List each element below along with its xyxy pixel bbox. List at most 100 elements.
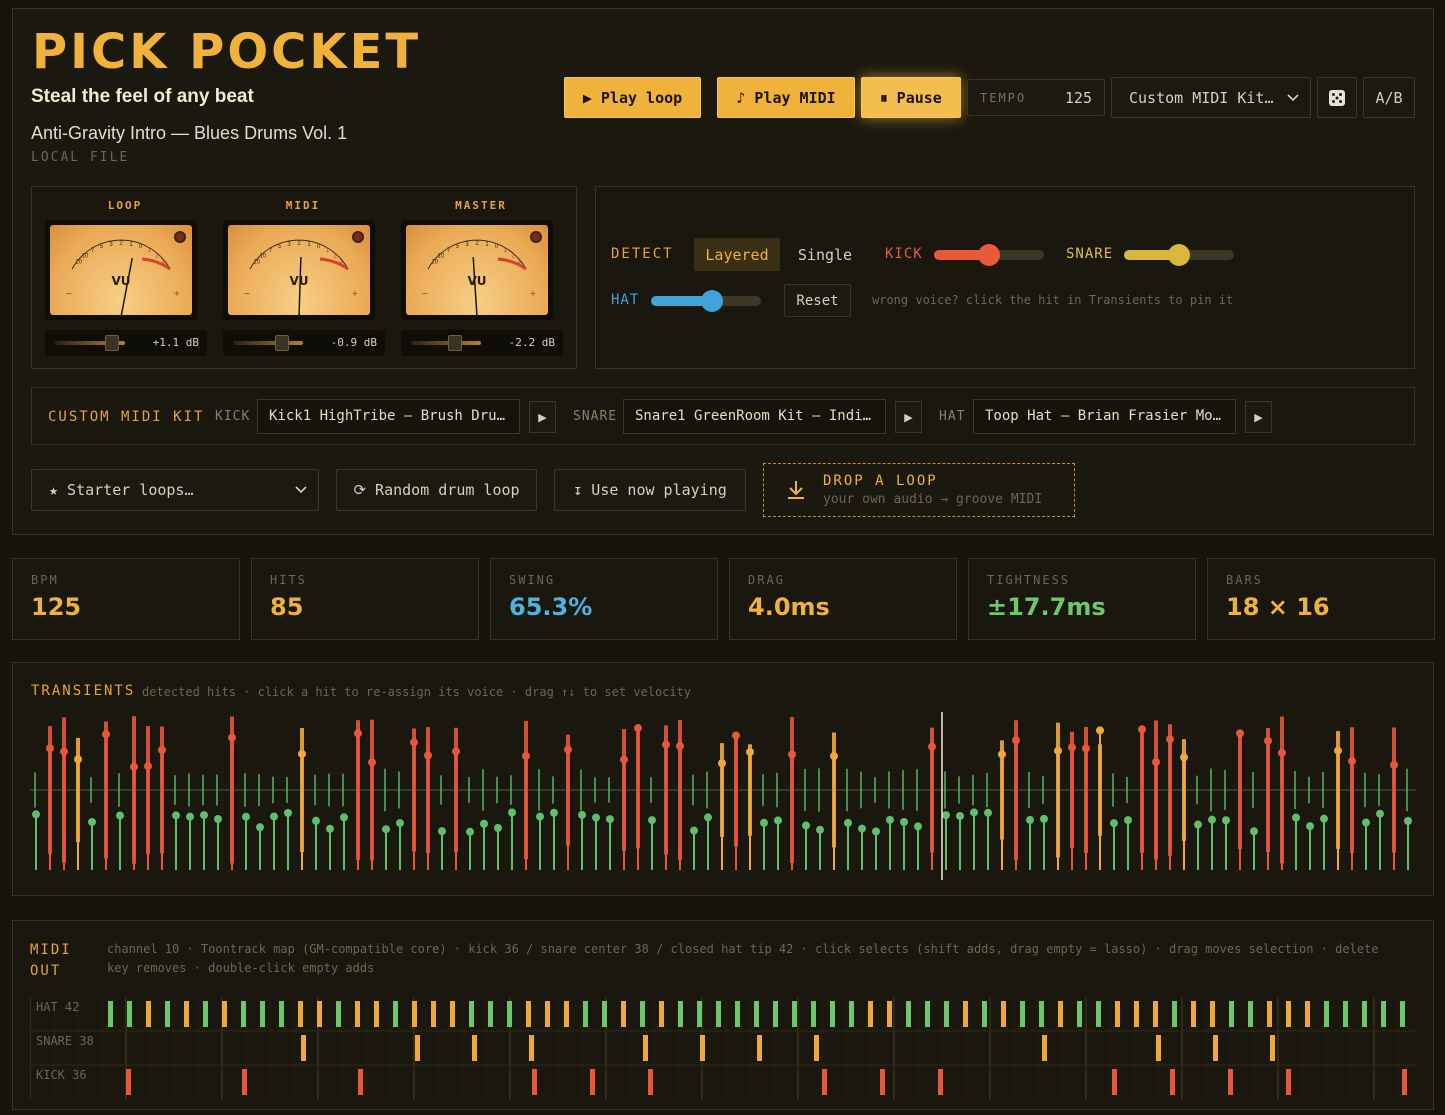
vu-scale: VU − + 201075 3 2 1 0123 [422,231,542,315]
mode-single-button[interactable]: Single [786,238,864,271]
midi-note [1039,1001,1044,1027]
velocity-handle [900,818,908,827]
velocity-handle [1068,743,1076,752]
fader-thumb[interactable] [105,335,119,351]
velocity-handle [396,819,404,828]
ab-compare-button[interactable]: A/B [1363,77,1415,118]
chevron-down-icon [295,486,307,494]
vu-tick-label: 5 [100,244,104,250]
kick-slider-thumb[interactable] [978,244,1000,266]
velocity-handle [1404,816,1412,825]
midi-note [906,1001,911,1027]
hat-slider-thumb[interactable] [700,290,723,312]
hat-preview-button[interactable]: ▶ [1245,401,1272,433]
transient-bar [1210,768,1212,812]
velocity-handle [1236,729,1244,738]
transient-bar [762,774,764,806]
snare-threshold-slider[interactable] [1124,244,1234,266]
transient-bar [118,773,120,807]
track-source: LOCAL FILE [31,150,130,165]
midi-note [242,1069,247,1095]
vu-tick-label: 5 [278,244,282,250]
lane-label: HAT 42 [36,1000,79,1014]
midi-note [1020,1001,1025,1027]
kick-threshold-slider[interactable] [934,244,1044,266]
velocity-handle [606,815,614,824]
play-loop-button[interactable]: ▶ Play loop [564,77,701,118]
velocity-handle [914,822,922,831]
velocity-handle [1152,758,1160,767]
velocity-handle [1026,815,1034,824]
vu-tick-label: 7 [269,248,273,254]
hat-threshold-slider[interactable] [651,290,761,312]
vu-tick-label: 10 [438,253,445,259]
gain-fader[interactable]: -2.2 dB [401,330,563,356]
velocity-handle [242,812,250,821]
use-now-playing-button[interactable]: ↧ Use now playing [554,469,746,511]
midi-note [811,1001,816,1027]
midi-note [678,1001,683,1027]
midi-out-title-line1: MIDI [30,942,72,958]
velocity-handle [494,823,502,832]
kit-snare-select[interactable]: Snare1 GreenRoom Kit — Indi… [623,399,886,434]
tempo-field[interactable]: TEMPO 125 [967,79,1105,116]
transient-bar [1294,770,1296,810]
transient-bar [580,769,582,811]
random-loop-button[interactable]: ⟳ Random drum loop [336,469,537,511]
pause-button[interactable]: ⏸ Pause [861,77,961,118]
vu-tick-label: 20 [431,260,438,266]
velocity-handle [46,744,54,753]
transient-bar [538,769,540,811]
vu-label: MIDI [285,199,321,212]
vu-text: VU [289,274,308,288]
dice-button[interactable] [1317,77,1357,118]
starter-loops-select[interactable]: ★ Starter loops… [31,469,319,511]
kit-hat-select[interactable]: Toop Hat — Brian Frasier Mo… [973,399,1236,434]
gain-fader[interactable]: +1.1 dB [45,330,207,356]
midi-note [1267,1001,1272,1027]
transient-bar [916,769,918,811]
midi-note [355,1001,360,1027]
midi-note [643,1035,648,1061]
velocity-handle [844,818,852,827]
midi-piano-roll[interactable]: HAT 42 SNARE 38 KICK 36 [30,997,1416,1100]
kit-select[interactable]: Custom MIDI Kit… [1111,77,1311,118]
midi-note [1153,1001,1158,1027]
velocity-handle [1264,736,1272,745]
stat-value: 65.3% [509,593,593,621]
vu-tick-label: 10 [82,253,89,259]
midi-note [1096,1001,1101,1027]
detect-panel [595,186,1415,369]
transient-bar [496,776,498,804]
drop-loop-subtitle: your own audio → groove MIDI [823,492,1043,507]
track-name: Anti-Gravity Intro — Blues Drums Vol. 1 [31,123,348,143]
reset-button[interactable]: Reset [784,284,851,317]
kit-kick-select[interactable]: Kick1 HighTribe — Brush Dru… [257,399,520,434]
midi-note [590,1069,595,1095]
velocity-handle [760,818,768,827]
mode-layered-button[interactable]: Layered [694,238,780,271]
snare-preview-button[interactable]: ▶ [895,401,922,433]
midi-note [279,1001,284,1027]
kit-snare-label: SNARE [573,409,618,424]
snare-slider-thumb[interactable] [1168,244,1190,266]
play-midi-button[interactable]: ♪ Play MIDI [717,77,855,118]
midi-note [716,1001,721,1027]
transients-waveform[interactable] [30,712,1416,880]
transient-bar [888,771,890,809]
vu-tick-label: 0 [317,244,321,250]
velocity-handle [1334,746,1342,755]
kick-preview-button[interactable]: ▶ [529,401,556,433]
velocity-handle [88,817,96,826]
velocity-handle [522,751,530,760]
transient-bar [482,769,484,811]
drop-loop-zone[interactable]: DROP A LOOP your own audio → groove MIDI [763,463,1075,517]
velocity-handle [1124,816,1132,825]
vu-tick-label: 3 [109,242,113,248]
midi-note [1270,1035,1275,1061]
gain-fader[interactable]: -0.9 dB [223,330,385,356]
fader-thumb[interactable] [275,335,289,351]
hat-threshold-label: HAT [611,292,640,308]
velocity-handle [368,758,376,767]
fader-thumb[interactable] [448,335,462,351]
